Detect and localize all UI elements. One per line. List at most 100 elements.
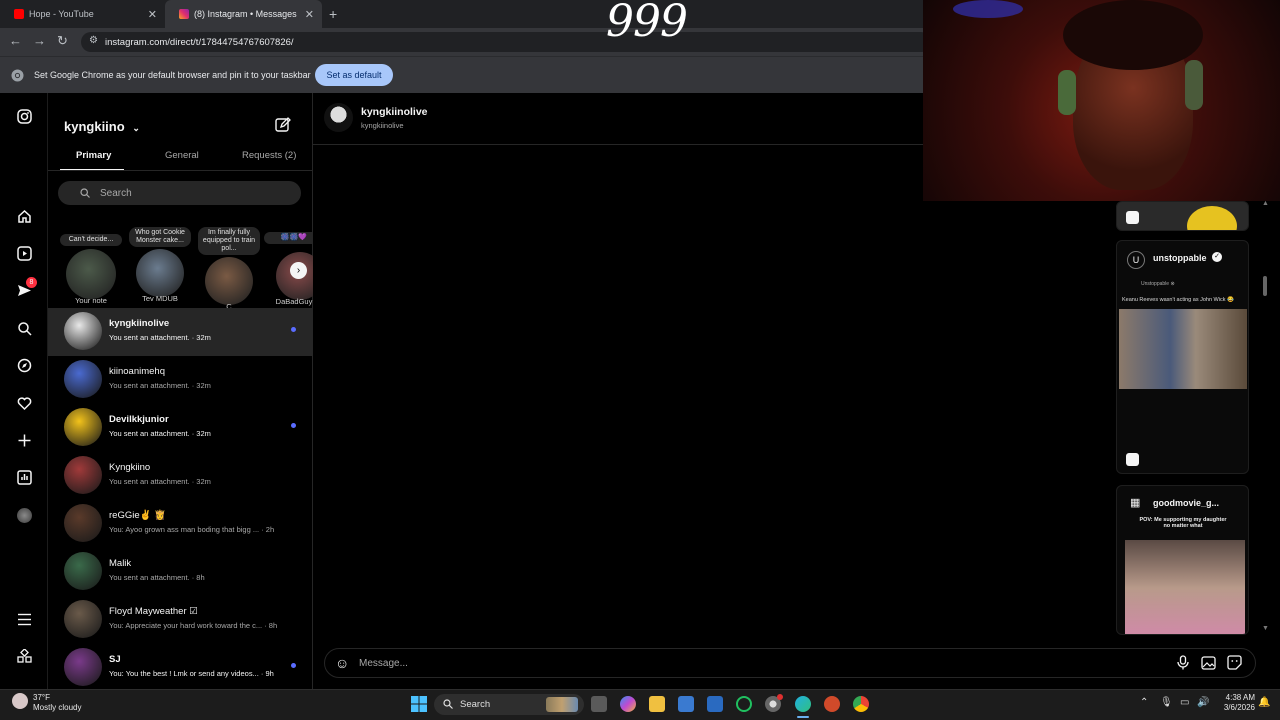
file-explorer-icon[interactable] xyxy=(649,696,665,712)
account-switcher[interactable]: kyngkiino ⌄ xyxy=(64,119,140,134)
reels-icon[interactable] xyxy=(14,243,34,263)
meta-apps-icon[interactable] xyxy=(14,646,34,666)
conversation-row[interactable]: reGGie✌️ 👸 You: Ayoo grown ass man boding… xyxy=(48,500,313,548)
streamer-hair xyxy=(1063,0,1203,70)
reload-icon[interactable]: ↻ xyxy=(57,33,68,49)
tray-overflow-icon[interactable]: ⌃ xyxy=(1140,697,1148,708)
account-name: kyngkiino xyxy=(64,119,125,134)
note-item[interactable]: Who got Cookie Monster cake... Tev MDUB xyxy=(129,227,191,303)
chevron-down-icon: ⌄ xyxy=(132,123,140,133)
conversation-preview: You sent an attachment. · 32m xyxy=(109,333,211,342)
start-icon[interactable] xyxy=(411,696,427,717)
conversation-preview: You sent an attachment. · 32m xyxy=(109,477,211,486)
forward-icon[interactable]: → xyxy=(33,33,46,48)
headphones-icon xyxy=(1058,70,1076,115)
note-item[interactable]: Can't decide... Your note xyxy=(60,227,122,305)
tab-requests[interactable]: Requests (2) xyxy=(242,150,296,161)
conversation-row[interactable]: Malik You sent an attachment. · 8h xyxy=(48,548,313,596)
unread-dot xyxy=(291,327,296,332)
unread-dot xyxy=(291,663,296,668)
chat-avatar[interactable] xyxy=(324,103,353,132)
conversation-row[interactable]: Devilkkjunior You sent an attachment. · 3… xyxy=(48,404,313,452)
notification-dot xyxy=(777,694,783,700)
edge-icon[interactable] xyxy=(795,696,811,712)
network-icon[interactable]: ▭ xyxy=(1180,697,1189,708)
reel-card-unstoppable[interactable]: U unstoppable ✓ Unstoppable ⊗ Keanu Reev… xyxy=(1116,240,1249,474)
compose-icon[interactable] xyxy=(275,117,291,138)
tab-title: (8) Instagram • Messages xyxy=(194,9,297,19)
profile-avatar[interactable] xyxy=(14,505,34,525)
microphone-icon[interactable] xyxy=(1177,655,1189,673)
search-icon[interactable] xyxy=(14,318,34,338)
reel-card-goodmovie[interactable]: ▦ goodmovie_g... POV: Me supporting my d… xyxy=(1116,485,1249,635)
microsoft-store-icon[interactable] xyxy=(678,696,694,712)
note-item[interactable]: Im finally fully equipped to train pol..… xyxy=(198,227,260,311)
address-bar[interactable]: ⚙ instagram.com/direct/t/178447547676078… xyxy=(81,32,931,52)
close-tab-icon[interactable]: ✕ xyxy=(148,8,157,21)
explore-icon[interactable] xyxy=(14,355,34,375)
brave-icon[interactable] xyxy=(824,696,840,712)
webcam-overlay xyxy=(923,0,1280,201)
notification-center-icon[interactable]: 🔔 xyxy=(1258,697,1270,708)
xbox-icon[interactable] xyxy=(736,696,752,712)
messages-icon[interactable]: 8 xyxy=(14,277,37,300)
system-clock[interactable]: 4:38 AM 3/6/2026 xyxy=(1215,693,1255,713)
instagram-logo-icon[interactable] xyxy=(14,106,34,126)
heart-icon[interactable] xyxy=(14,393,34,413)
search-highlight-image xyxy=(546,697,578,712)
menu-icon[interactable] xyxy=(14,609,34,629)
active-tab-indicator xyxy=(60,169,124,170)
insights-icon[interactable] xyxy=(14,467,34,487)
microphone-icon[interactable]: 🎙 xyxy=(1160,697,1173,708)
tab-instagram[interactable]: (8) Instagram • Messages ✕ xyxy=(165,0,322,28)
site-info-icon[interactable]: ⚙ xyxy=(89,35,98,46)
reel-account-avatar: ▦ xyxy=(1130,497,1141,509)
conversation-avatar xyxy=(64,648,102,686)
conversation-row[interactable]: Kyngkiino You sent an attachment. · 32m xyxy=(48,452,313,500)
scrollbar[interactable]: ▲ ▼ xyxy=(1262,200,1269,632)
reel-card[interactable] xyxy=(1116,201,1249,231)
url-text: instagram.com/direct/t/17844754767607826… xyxy=(105,36,294,48)
conversation-row[interactable]: Floyd Mayweather ☑ You: Appreciate your h… xyxy=(48,596,313,644)
conversation-row[interactable]: kiinoanimehq You sent an attachment. · 32… xyxy=(48,356,313,404)
image-icon[interactable] xyxy=(1201,656,1216,673)
chrome-icon[interactable] xyxy=(853,696,869,712)
home-icon[interactable] xyxy=(14,206,34,226)
active-app-indicator xyxy=(797,716,809,718)
tab-youtube[interactable]: Hope - YouTube ✕ xyxy=(0,0,165,28)
notification-badge: 8 xyxy=(26,277,37,288)
close-tab-icon[interactable]: ✕ xyxy=(305,8,314,21)
app-icon[interactable] xyxy=(707,696,723,712)
conversation-row[interactable]: SJ You: You the best ! Lmk or send any vi… xyxy=(48,644,313,692)
task-view-icon[interactable] xyxy=(591,696,607,712)
chat-title[interactable]: kyngkiinolive xyxy=(361,106,428,118)
tab-primary[interactable]: Primary xyxy=(76,150,111,161)
sticker-icon[interactable] xyxy=(1227,655,1242,673)
volume-icon[interactable]: 🔊 xyxy=(1197,697,1209,708)
back-icon[interactable]: ← xyxy=(9,33,22,48)
message-input[interactable]: ☺ Message... xyxy=(324,648,1256,678)
search-input[interactable]: Search xyxy=(58,181,301,205)
notes-next-button[interactable]: › xyxy=(290,262,307,279)
create-icon[interactable] xyxy=(14,430,34,450)
reel-play-icon[interactable] xyxy=(1126,453,1139,466)
reel-video-frame xyxy=(1125,540,1245,634)
weather-icon[interactable] xyxy=(12,693,28,709)
new-tab-button[interactable]: + xyxy=(329,6,337,22)
weather-widget[interactable]: 37°F Mostly cloudy xyxy=(33,693,81,713)
conversation-name: kiinoanimehq xyxy=(109,366,165,377)
instagram-nav-rail xyxy=(0,93,48,689)
taskbar-search[interactable]: Search xyxy=(434,694,584,715)
background-light xyxy=(953,0,1023,18)
emoji-icon[interactable]: ☺ xyxy=(335,655,349,671)
reel-caption: Keanu Reeves wasn't acting as John Wick … xyxy=(1122,297,1234,303)
set-default-button[interactable]: Set as default xyxy=(315,64,393,86)
unread-dot xyxy=(291,423,296,428)
conversation-row[interactable]: kyngkiinolive You sent an attachment. · 3… xyxy=(48,308,313,356)
conversation-preview: You sent an attachment. · 32m xyxy=(109,381,211,390)
chat-username: kyngkiinolive xyxy=(361,121,404,130)
tab-general[interactable]: General xyxy=(165,150,199,161)
copilot-icon[interactable] xyxy=(620,696,636,712)
conversation-avatar xyxy=(64,456,102,494)
reel-play-icon xyxy=(1126,211,1139,224)
